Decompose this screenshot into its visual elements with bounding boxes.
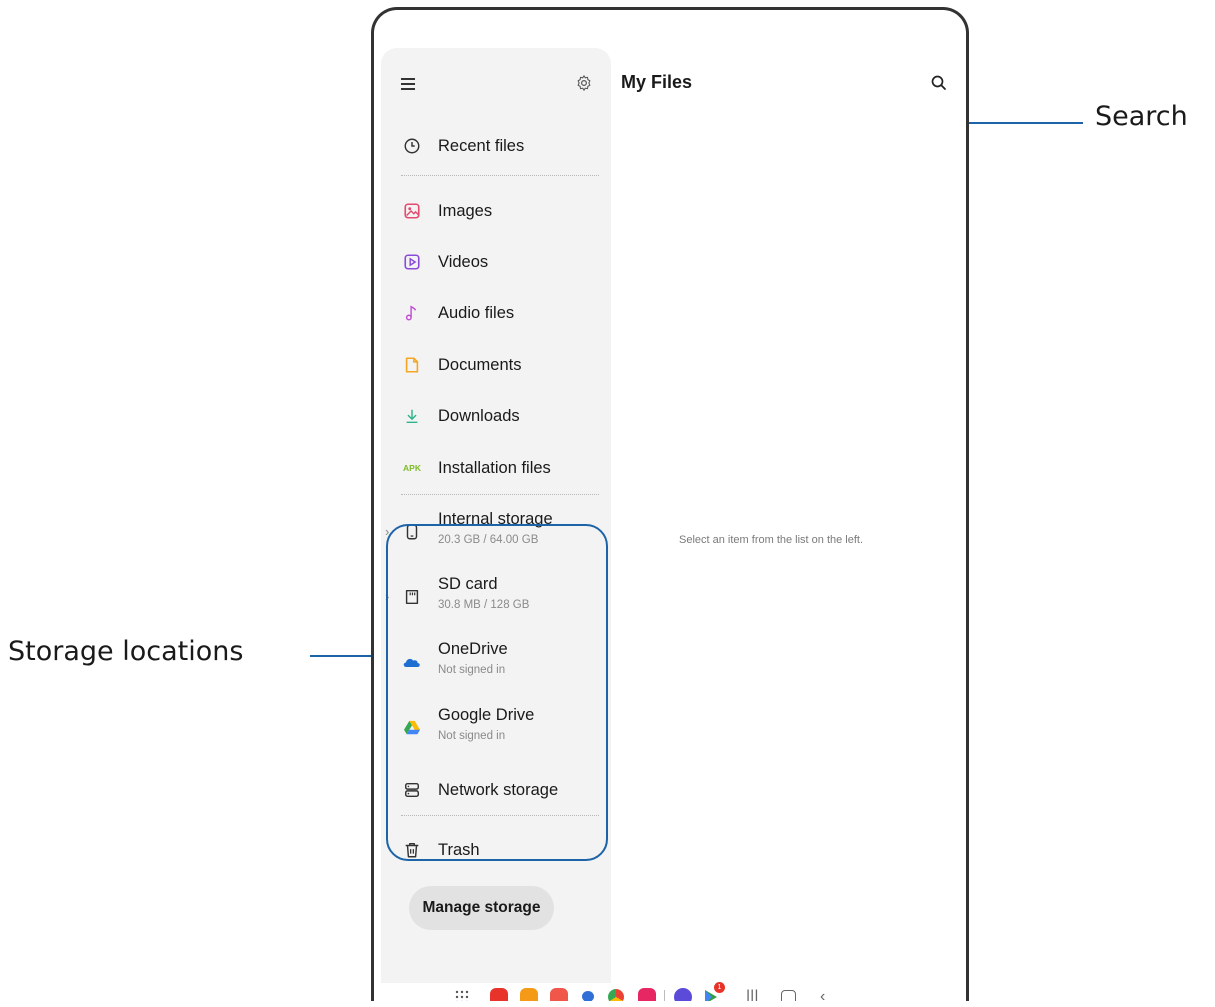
divider: [401, 494, 599, 495]
drawer-item-images[interactable]: Images: [381, 196, 611, 226]
storage-highlight-frame: [386, 524, 608, 861]
chrome-app-icon[interactable]: [608, 989, 624, 1001]
drawer-item-label: Downloads: [438, 406, 520, 425]
navigation-drawer: Recent files Images Videos Audio files D…: [381, 48, 611, 983]
clock-icon: [401, 135, 423, 157]
recents-icon[interactable]: |||: [746, 988, 758, 1001]
back-icon[interactable]: ‹: [820, 988, 825, 1001]
apk-icon: APK: [403, 463, 421, 473]
search-icon[interactable]: [929, 73, 951, 95]
home-icon[interactable]: [781, 990, 796, 1001]
drawer-item-documents[interactable]: Documents: [381, 350, 611, 380]
messages-app-icon[interactable]: [582, 991, 594, 1001]
app-icon-orange[interactable]: [520, 988, 538, 1001]
app-drawer-icon[interactable]: [454, 989, 470, 1001]
internet-app-icon[interactable]: [674, 988, 692, 1001]
drawer-item-label: Videos: [438, 252, 489, 271]
manage-storage-button[interactable]: Manage storage: [409, 886, 554, 930]
drawer-item-installation-files[interactable]: APK Installation files: [381, 453, 611, 483]
callout-search-label: Search: [1095, 101, 1188, 132]
callout-storage-label: Storage locations: [8, 636, 244, 667]
taskbar: 1 ||| ‹: [374, 982, 966, 1001]
tablet-frame: Recent files Images Videos Audio files D…: [371, 7, 969, 1001]
music-note-icon: [401, 302, 423, 324]
drawer-item-label: Installation files: [438, 458, 551, 477]
divider: [664, 990, 665, 1001]
hamburger-icon[interactable]: [401, 76, 419, 92]
drawer-item-label: Audio files: [438, 303, 515, 322]
download-icon: [401, 405, 423, 427]
drawer-item-label: Recent files: [438, 136, 525, 155]
drawer-item-audio-files[interactable]: Audio files: [381, 298, 611, 328]
camera-app-icon[interactable]: [638, 988, 656, 1001]
drawer-item-recent-files[interactable]: Recent files: [381, 131, 611, 161]
drawer-item-downloads[interactable]: Downloads: [381, 401, 611, 431]
video-icon: [401, 251, 423, 273]
drawer-item-videos[interactable]: Videos: [381, 247, 611, 277]
page-title: My Files: [621, 72, 693, 92]
document-icon: [401, 354, 423, 376]
notification-badge: 1: [714, 982, 725, 993]
empty-state-message: Select an item from the list on the left…: [679, 534, 864, 546]
gear-icon[interactable]: [575, 74, 593, 92]
contacts-app-icon[interactable]: [550, 988, 568, 1001]
image-icon: [401, 200, 423, 222]
callout-storage-line: [310, 655, 378, 657]
drawer-item-label: Images: [438, 201, 493, 220]
app-icon-red[interactable]: [490, 988, 508, 1001]
divider: [401, 175, 599, 176]
drawer-item-label: Documents: [438, 355, 522, 374]
